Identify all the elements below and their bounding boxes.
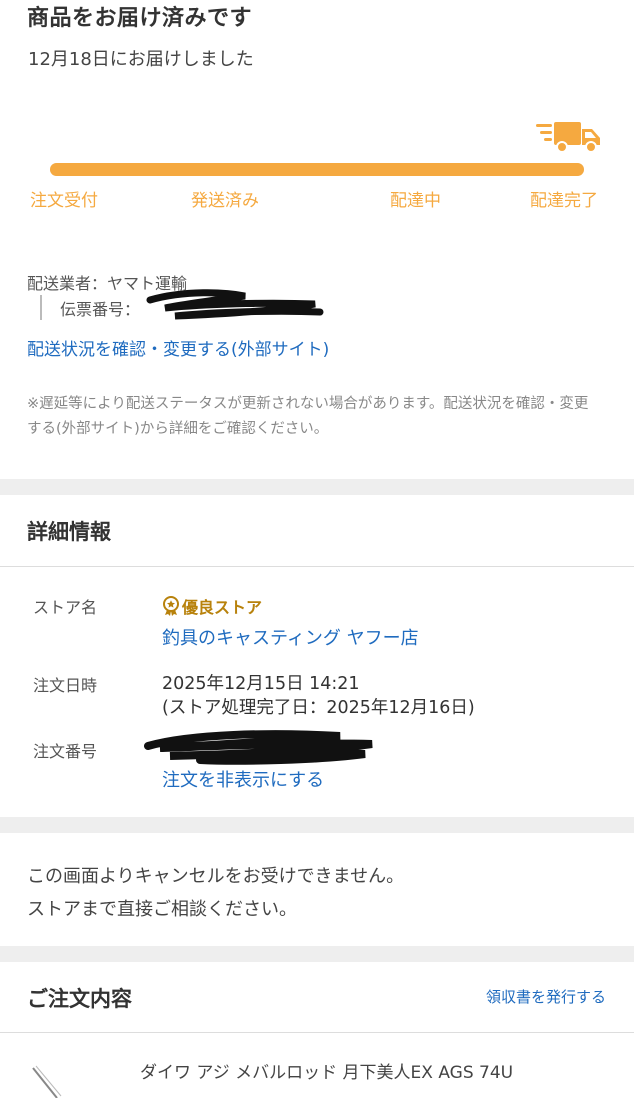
order-number-label: 注文番号: [33, 742, 98, 761]
redacted-order-number: [144, 730, 373, 765]
badge-label: 優良ストア: [182, 598, 263, 617]
step-delivered: 配達完了: [530, 191, 598, 211]
slip-number-label: 伝票番号：: [60, 300, 141, 319]
cancel-notice: この画面よりキャンセルをお受けできません。 ストアまで直接ご相談ください。: [27, 860, 404, 926]
excellent-store-badge: 優良ストア: [162, 594, 262, 618]
cancel-notice-line: ストアまで直接ご相談ください。: [27, 899, 297, 920]
track-shipment-link[interactable]: 配送状況を確認・変更する(外部サイト): [27, 335, 329, 360]
product-name[interactable]: ダイワ アジ メバルロッド 月下美人EX AGS 74U: [140, 1058, 513, 1083]
divider-line: [0, 1032, 634, 1033]
step-order-received: 注文受付: [30, 191, 98, 211]
order-date-label: 注文日時: [33, 676, 98, 695]
delay-note: ※遅延等により配送ステータスが更新されない場合があります。配送状況を確認・変更す…: [27, 396, 589, 437]
store-process-date: (ストア処理完了日：2025年12月16日): [162, 698, 475, 718]
cancel-notice-line: この画面よりキャンセルをお受けできません。: [27, 866, 405, 887]
section-divider: [0, 479, 634, 495]
issue-receipt-link[interactable]: 領収書を発行する: [486, 986, 606, 1007]
hide-order-link[interactable]: 注文を非表示にする: [162, 766, 324, 792]
section-divider: [0, 817, 634, 833]
slip-indent-bar: [40, 295, 42, 320]
delivery-progress-fill: [50, 163, 584, 176]
delivery-progress-bar: [50, 163, 584, 176]
details-title: 詳細情報: [27, 520, 111, 544]
redacted-slip-number: [146, 289, 324, 320]
divider-line: [0, 566, 634, 567]
delivery-status-title: 商品をお届け済みです: [27, 6, 253, 31]
product-thumbnail[interactable]: [27, 1058, 117, 1098]
store-name-label: ストア名: [33, 598, 98, 617]
award-ribbon-icon: [163, 596, 179, 616]
order-contents-title: ご注文内容: [27, 987, 132, 1011]
store-name-link[interactable]: 釣具のキャスティング ヤフー店: [162, 624, 419, 650]
delivery-truck-icon: [536, 122, 600, 153]
step-shipped: 発送済み: [191, 191, 259, 211]
section-divider: [0, 946, 634, 962]
step-in-transit: 配達中: [390, 191, 441, 211]
delivered-date: 12月18日にお届けしました: [28, 49, 254, 70]
order-datetime: 2025年12月15日 14:21: [162, 674, 360, 694]
